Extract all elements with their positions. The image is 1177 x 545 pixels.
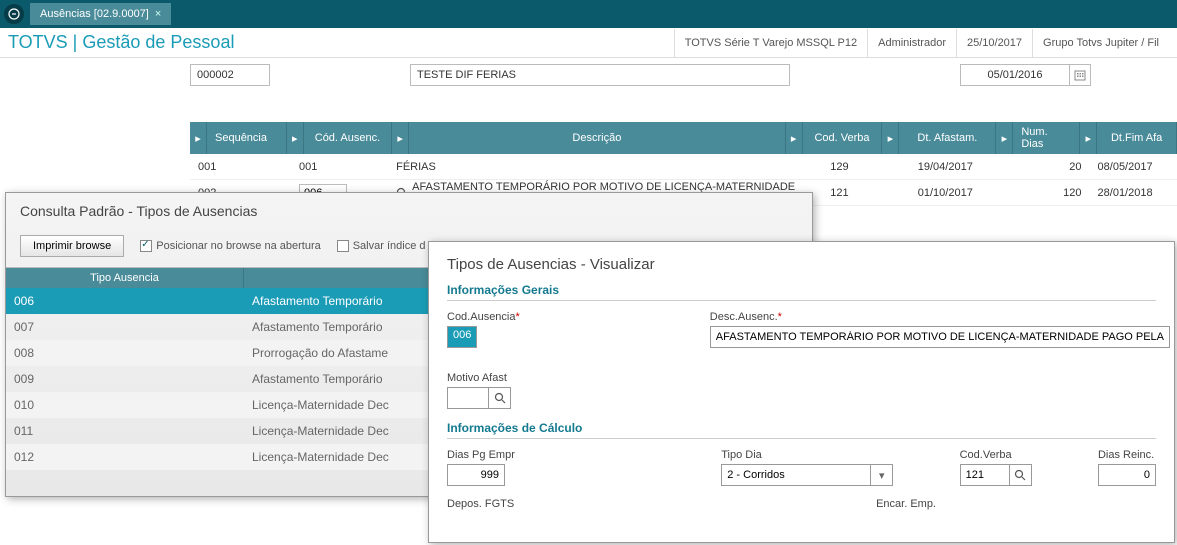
header-user: Administrador: [867, 29, 956, 57]
save-index-checkbox[interactable]: Salvar índice d: [337, 240, 426, 252]
col-descricao[interactable]: Descrição: [409, 122, 785, 154]
position-checkbox[interactable]: Posicionar no browse na abertura: [140, 240, 320, 252]
cell-tipo: 008: [6, 346, 244, 360]
cell-seq: 001: [190, 161, 291, 173]
cell-desc: FÉRIAS: [388, 161, 822, 173]
cell-verba: 121: [822, 187, 909, 199]
cell-fim: 28/01/2018: [1090, 187, 1177, 199]
print-browse-button[interactable]: Imprimir browse: [20, 235, 124, 257]
grid-arrow[interactable]: ▸: [190, 122, 207, 154]
position-label: Posicionar no browse na abertura: [156, 240, 320, 252]
field-encar-emp: Encar. Emp.: [876, 498, 936, 510]
form-row: Depos. FGTS Encar. Emp.: [447, 498, 1156, 510]
label-cod-verba: Cod.Verba: [960, 449, 1032, 461]
search-icon[interactable]: [1010, 464, 1032, 486]
label-dias-reinc: Dias Reinc.: [1098, 449, 1156, 461]
filter-row: 000002 TESTE DIF FERIAS 05/01/2016: [0, 58, 1177, 92]
app-menu-icon[interactable]: [4, 4, 24, 24]
cell-afast: 19/04/2017: [910, 161, 1017, 173]
tab-bar: Ausências [02.9.0007] ×: [0, 0, 1177, 28]
header-env: TOTVS Série T Varejo MSSQL P12: [674, 29, 867, 57]
cell-dias: 20: [1017, 161, 1090, 173]
field-dias-pg-empr: Dias Pg Empr: [447, 449, 515, 486]
col-cod-ausenc[interactable]: Cód. Ausenc.: [304, 122, 392, 154]
filter-desc-field[interactable]: TESTE DIF FERIAS: [410, 64, 790, 86]
checkbox-icon: [140, 240, 152, 252]
cell-cod: 001: [291, 161, 388, 173]
label-encar-emp: Encar. Emp.: [876, 498, 936, 510]
grid-row[interactable]: 001 001 FÉRIAS 129 19/04/2017 20 08/05/2…: [190, 154, 1177, 180]
input-cod-verba[interactable]: [960, 464, 1010, 486]
grid-arrow[interactable]: ▸: [786, 122, 803, 154]
field-cod-verba: Cod.Verba: [960, 449, 1032, 486]
col-sequencia[interactable]: Sequência: [207, 122, 287, 154]
tab-title: Ausências [02.9.0007]: [40, 8, 149, 20]
field-motivo-afast: Motivo Afast: [447, 372, 511, 409]
cell-tipo: 010: [6, 398, 244, 412]
input-cod-ausencia[interactable]: 006: [447, 326, 477, 348]
field-desc-ausenc: Desc.Ausenc.*: [710, 311, 1170, 360]
lookup-title: Consulta Padrão - Tipos de Ausencias: [6, 193, 812, 229]
grid-arrow[interactable]: ▸: [996, 122, 1013, 154]
search-icon[interactable]: [489, 387, 511, 409]
cell-fim: 08/05/2017: [1090, 161, 1177, 173]
checkbox-icon: [337, 240, 349, 252]
form-row: Motivo Afast: [447, 372, 1156, 409]
field-tipo-dia: Tipo Dia ▾: [721, 449, 893, 486]
label-desc-ausenc: Desc.Ausenc.*: [710, 311, 1170, 323]
detail-dialog: Tipos de Ausencias - Visualizar Informaç…: [428, 241, 1175, 543]
col-cod-verba[interactable]: Cod. Verba: [803, 122, 883, 154]
cell-afast: 01/10/2017: [910, 187, 1017, 199]
input-dias-reinc[interactable]: [1098, 464, 1156, 486]
input-desc-ausenc[interactable]: [710, 326, 1170, 348]
cell-verba: 129: [822, 161, 909, 173]
input-motivo-afast[interactable]: [447, 387, 489, 409]
cell-tipo: 006: [6, 294, 244, 308]
input-dias-pg-empr[interactable]: [447, 464, 505, 486]
header-group: Grupo Totvs Jupiter / Fil: [1032, 29, 1169, 57]
label-cod-ausencia: Cod.Ausencia*: [447, 311, 520, 323]
label-dias-pg-empr: Dias Pg Empr: [447, 449, 515, 461]
close-icon[interactable]: ×: [155, 8, 161, 20]
col-num-dias[interactable]: Num. Dias: [1013, 122, 1080, 154]
field-dias-reinc: Dias Reinc.: [1098, 449, 1156, 486]
header-info: TOTVS Série T Varejo MSSQL P12 Administr…: [674, 29, 1169, 57]
grid-arrow[interactable]: ▸: [1080, 122, 1097, 154]
field-depos-fgts: Depos. FGTS: [447, 498, 514, 510]
col-dt-fim[interactable]: Dt.Fim Afa: [1097, 122, 1177, 154]
field-cod-ausencia: Cod.Ausencia* 006: [447, 311, 520, 360]
calendar-icon[interactable]: [1069, 64, 1091, 86]
grid-arrow[interactable]: ▸: [287, 122, 304, 154]
save-index-label: Salvar índice d: [353, 240, 426, 252]
header-bar: TOTVS | Gestão de Pessoal TOTVS Série T …: [0, 28, 1177, 58]
grid-arrow[interactable]: ▸: [882, 122, 899, 154]
section-calculo: Informações de Cálculo: [447, 421, 1156, 439]
active-tab[interactable]: Ausências [02.9.0007] ×: [30, 3, 171, 25]
header-date: 25/10/2017: [956, 29, 1032, 57]
col-dt-afastam[interactable]: Dt. Afastam.: [899, 122, 996, 154]
form-row: Dias Pg Empr Tipo Dia ▾ Cod.Verba Dias R…: [447, 449, 1156, 486]
cell-tipo: 007: [6, 320, 244, 334]
cell-dias: 120: [1017, 187, 1090, 199]
filter-date-field[interactable]: 05/01/2016: [960, 64, 1070, 86]
cell-tipo: 011: [6, 424, 244, 438]
grid-header: ▸ Sequência ▸ Cód. Ausenc. ▸ Descrição ▸…: [190, 122, 1177, 154]
col-tipo-ausencia[interactable]: Tipo Ausencia: [6, 268, 244, 288]
select-tipo-dia[interactable]: [721, 464, 871, 486]
grid-arrow[interactable]: ▸: [392, 122, 409, 154]
chevron-down-icon[interactable]: ▾: [871, 464, 893, 486]
label-motivo-afast: Motivo Afast: [447, 372, 511, 384]
detail-title: Tipos de Ausencias - Visualizar: [447, 256, 1156, 273]
form-row: Cod.Ausencia* 006 Desc.Ausenc.* Tp.Ausen…: [447, 311, 1156, 360]
app-title: TOTVS | Gestão de Pessoal: [8, 32, 674, 53]
cell-tipo: 009: [6, 372, 244, 386]
cell-tipo: 012: [6, 450, 244, 464]
label-tipo-dia: Tipo Dia: [721, 449, 893, 461]
label-depos-fgts: Depos. FGTS: [447, 498, 514, 510]
filter-code-field[interactable]: 000002: [190, 64, 270, 86]
section-gerais: Informações Gerais: [447, 283, 1156, 301]
